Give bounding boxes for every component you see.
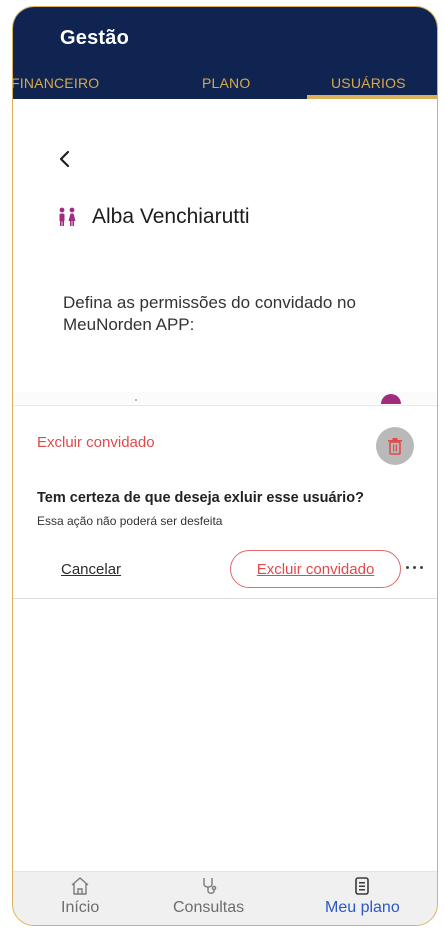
tab-financeiro[interactable]: FINANCEIRO [13,75,99,91]
confirm-question: Tem certeza de que deseja exluir esse us… [37,490,364,506]
tab-usuarios[interactable]: USUÁRIOS [331,75,406,91]
chevron-left-icon [59,150,70,168]
cancel-button[interactable]: Cancelar [61,561,121,578]
phone-frame: Gestão FINANCEIRO PLANO USUÁRIOS Alba Ve… [12,6,438,926]
nav-label-inicio: Início [61,899,100,916]
home-icon [71,877,89,895]
nav-item-meu-plano[interactable]: Meu plano [325,876,400,917]
nav-label-consultas: Consultas [173,899,245,916]
permissions-description: Defina as permissões do convidado no Meu… [63,293,356,334]
app-header: Gestão FINANCEIRO PLANO USUÁRIOS [13,7,437,99]
list-dot [135,399,137,401]
trash-icon [388,438,402,455]
nav-item-inicio[interactable]: Início [61,876,99,917]
permissions-list-peek [13,392,437,404]
nav-label-meu-plano: Meu plano [325,899,400,916]
active-tab-indicator [307,95,437,99]
user-name: Alba Venchiarutti [92,205,250,228]
people-icon [59,207,76,226]
document-icon [355,877,370,895]
stethoscope-icon [202,878,216,894]
delete-icon-button[interactable] [376,427,414,465]
confirm-note: Essa ação não poderá ser desfeita [37,514,223,528]
nav-item-consultas[interactable]: Consultas [173,876,244,917]
delete-confirmation-sheet: Excluir convidado Tem certeza de que des… [13,405,437,599]
sheet-title: Excluir convidado [37,434,155,451]
page-title: Gestão [60,27,130,49]
more-horizontal-icon[interactable] [406,566,423,569]
bottom-navigation: Início Consultas Meu plano [13,871,437,925]
tab-plano[interactable]: PLANO [202,75,250,91]
user-header: Alba Venchiarutti [55,205,250,229]
confirm-delete-button[interactable]: Excluir convidado [230,550,401,588]
back-button[interactable] [53,147,77,171]
